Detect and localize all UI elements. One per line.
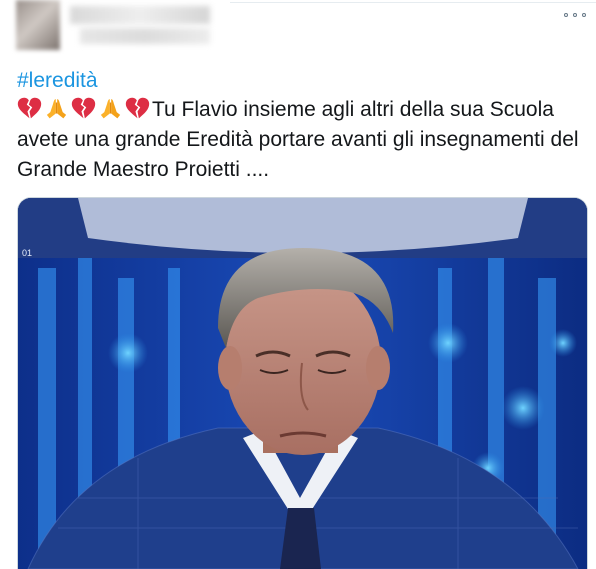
tweet-card: #leredità Tu Flavio insieme agli altri d… xyxy=(0,0,596,569)
folded-hands-icon xyxy=(46,99,67,119)
author-name-redacted[interactable] xyxy=(70,6,210,24)
avatar[interactable] xyxy=(16,0,60,50)
overlay-number: 01 xyxy=(22,248,32,258)
more-options-icon[interactable] xyxy=(564,8,586,22)
folded-hands-icon xyxy=(100,99,121,119)
tv-screen-photo: 01 xyxy=(18,198,587,569)
author-handle-redacted xyxy=(80,28,210,44)
hashtag-link[interactable]: #leredità xyxy=(17,68,98,94)
broken-heart-icon xyxy=(71,97,96,119)
tweet-text-block: Tu Flavio insieme agli altri della sua S… xyxy=(17,95,587,185)
tweet-media-photo[interactable]: 01 xyxy=(17,197,588,569)
divider xyxy=(230,2,596,3)
broken-heart-icon xyxy=(125,97,150,119)
broken-heart-icon xyxy=(17,97,42,119)
